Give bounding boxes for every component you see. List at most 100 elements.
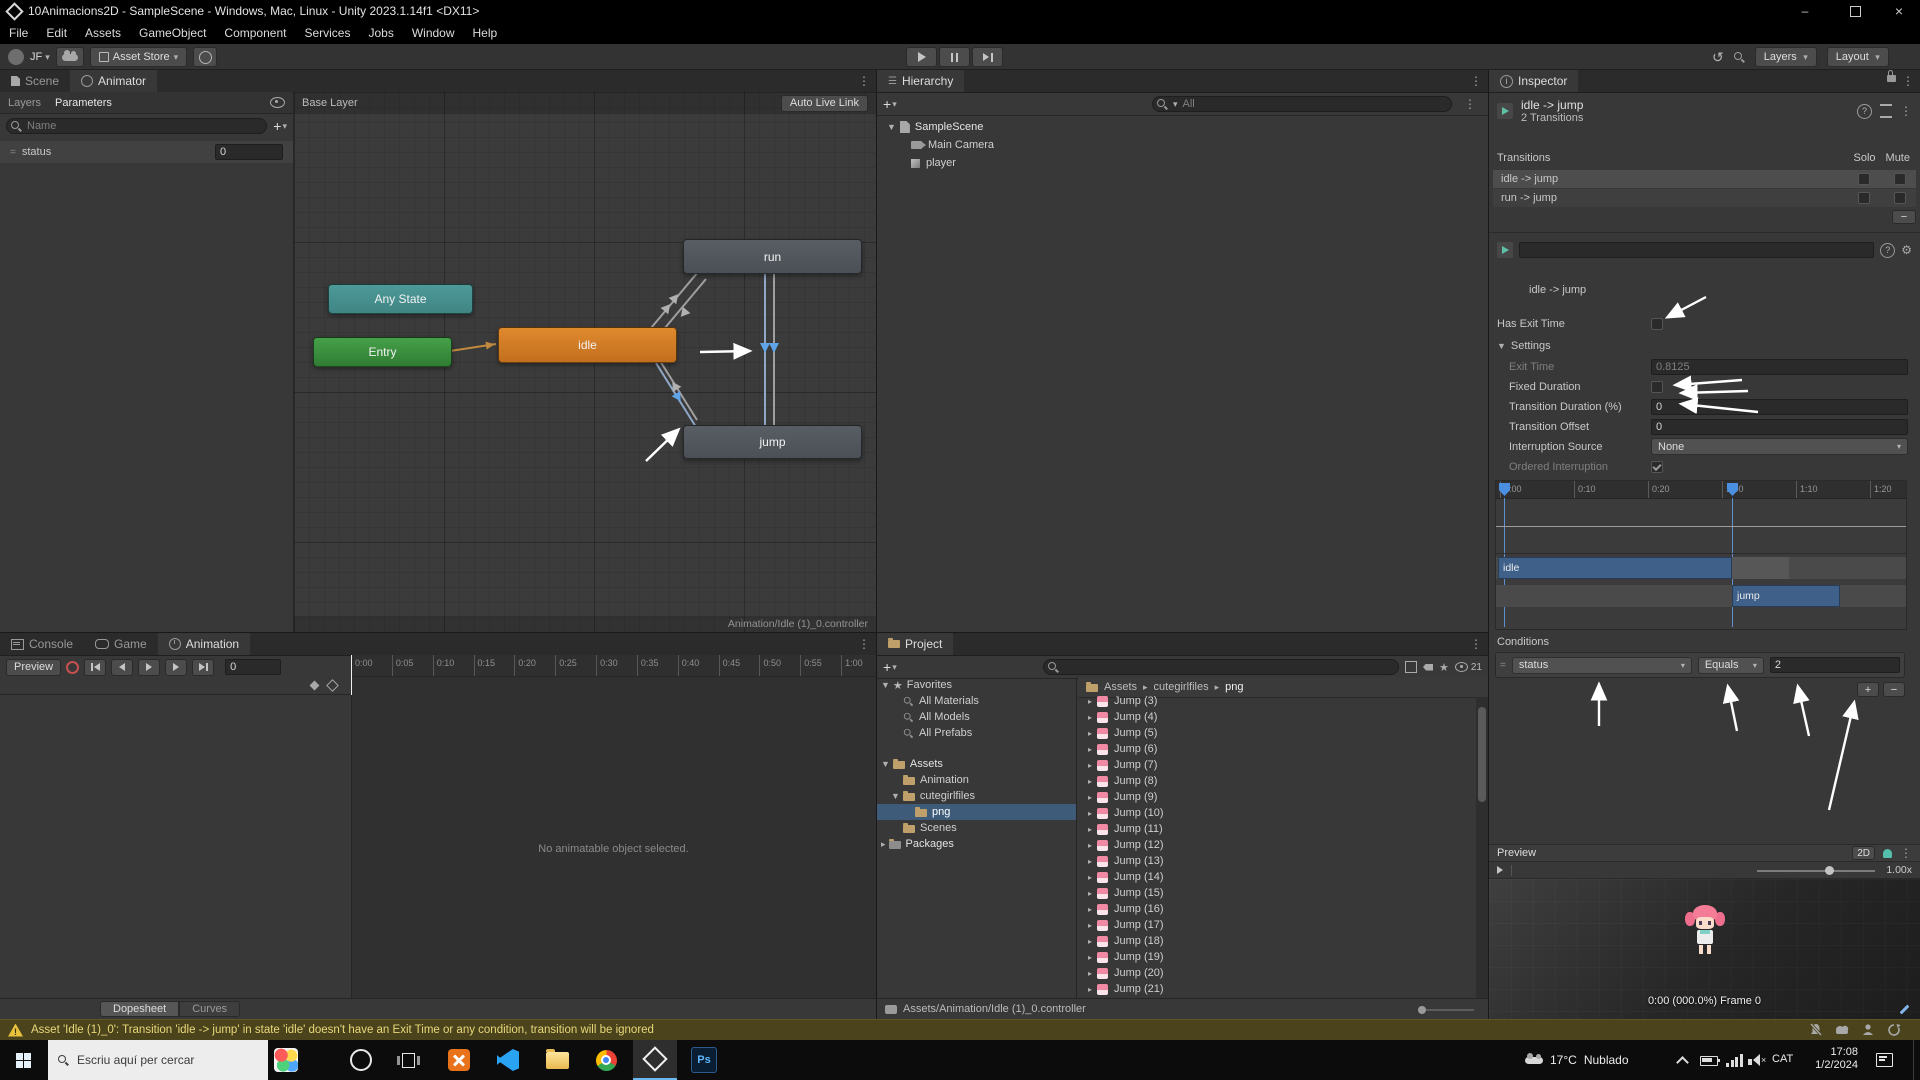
asset-row[interactable]: ▸ Jump (13) bbox=[1078, 853, 1488, 869]
transition-name-field[interactable] bbox=[1519, 242, 1874, 258]
asset-row[interactable]: ▸ Jump (17) bbox=[1078, 917, 1488, 933]
preview-toggle-button[interactable]: Preview bbox=[6, 659, 61, 676]
panel-menu-icon[interactable]: ⋮ bbox=[1896, 70, 1920, 92]
gear-icon[interactable]: ⚙ bbox=[1901, 243, 1912, 257]
auto-live-link-button[interactable]: Auto Live Link bbox=[781, 95, 868, 112]
asset-row[interactable]: ▸ Jump (15) bbox=[1078, 885, 1488, 901]
favorites-item[interactable]: All Models bbox=[877, 709, 1076, 725]
tab-animation[interactable]: Animation bbox=[158, 633, 250, 655]
taskbar-app-orange[interactable] bbox=[437, 1040, 481, 1080]
expand-caret-icon[interactable]: ▸ bbox=[1088, 729, 1092, 738]
panel-menu-icon[interactable]: ⋮ bbox=[852, 70, 876, 92]
transition-duration-field[interactable]: 0 bbox=[1651, 399, 1908, 415]
parameter-value-field[interactable]: 0 bbox=[215, 144, 283, 160]
taskbar-app-cortana[interactable] bbox=[339, 1040, 383, 1080]
create-object-button[interactable]: +▾ bbox=[883, 96, 897, 112]
asset-row[interactable]: ▸ Jump (3) bbox=[1078, 693, 1488, 709]
solo-checkbox[interactable] bbox=[1858, 173, 1870, 185]
help-icon[interactable]: ? bbox=[1857, 104, 1872, 119]
asset-row[interactable]: ▸ Jump (11) bbox=[1078, 821, 1488, 837]
search-icon[interactable] bbox=[1734, 52, 1745, 63]
network-icon[interactable] bbox=[1726, 1054, 1743, 1067]
taskbar-app-vscode[interactable] bbox=[486, 1040, 530, 1080]
tree-folder[interactable]: Scenes bbox=[877, 820, 1076, 836]
project-search-input[interactable] bbox=[1043, 659, 1399, 675]
preview-speed-slider[interactable] bbox=[1757, 870, 1875, 872]
maximize-button[interactable] bbox=[1832, 0, 1878, 22]
menu-item[interactable]: File bbox=[0, 26, 37, 40]
expand-caret-icon[interactable]: ▸ bbox=[1088, 745, 1092, 754]
action-center-icon[interactable] bbox=[1876, 1053, 1893, 1067]
cloud-button[interactable] bbox=[56, 47, 84, 67]
tab-layers[interactable]: Layers bbox=[8, 97, 41, 109]
frame-field[interactable]: 0 bbox=[225, 659, 281, 675]
preview-header[interactable]: Preview 2D ⋮ bbox=[1489, 844, 1920, 862]
expand-caret-icon[interactable]: ▸ bbox=[1088, 857, 1092, 866]
hierarchy-search-input[interactable]: ▾ All bbox=[1152, 96, 1452, 112]
menu-item[interactable]: Help bbox=[464, 26, 507, 40]
next-frame-button[interactable] bbox=[165, 659, 187, 676]
state-node-idle[interactable]: idle bbox=[498, 327, 677, 363]
layout-dropdown[interactable]: Layout▾ bbox=[1827, 47, 1889, 67]
tray-chevron-icon[interactable] bbox=[1676, 1056, 1689, 1069]
tab-console[interactable]: Console bbox=[0, 633, 84, 655]
asset-row[interactable]: ▸ Jump (6) bbox=[1078, 741, 1488, 757]
status-tray-icons[interactable] bbox=[1808, 1022, 1908, 1038]
help-icon[interactable]: ? bbox=[1880, 243, 1895, 258]
taskbar-app-chrome[interactable] bbox=[584, 1040, 628, 1080]
exit-time-field[interactable]: 0.8125 bbox=[1651, 359, 1908, 375]
hierarchy-row-main-camera[interactable]: Main Camera bbox=[877, 136, 1488, 154]
asset-row[interactable]: ▸ Jump (8) bbox=[1078, 773, 1488, 789]
dopesheet-button[interactable]: Dopesheet bbox=[100, 1001, 179, 1017]
add-parameter-button[interactable]: +▾ bbox=[273, 118, 287, 134]
first-frame-button[interactable] bbox=[84, 659, 106, 676]
pause-button[interactable] bbox=[939, 47, 970, 67]
condition-value-field[interactable]: 2 bbox=[1770, 657, 1900, 673]
menu-item[interactable]: Jobs bbox=[359, 26, 402, 40]
transition-offset-field[interactable]: 0 bbox=[1651, 419, 1908, 435]
tree-folder-selected[interactable]: png bbox=[877, 804, 1076, 820]
preview-play-icon[interactable] bbox=[1497, 866, 1503, 874]
hierarchy-row-player[interactable]: player bbox=[877, 154, 1488, 172]
volume-muted-icon[interactable]: × bbox=[1748, 1054, 1766, 1066]
play-animation-button[interactable] bbox=[138, 659, 160, 676]
fixed-duration-checkbox[interactable] bbox=[1651, 381, 1663, 393]
menu-item[interactable]: Window bbox=[403, 26, 464, 40]
taskbar-app-photoshop[interactable]: Ps bbox=[682, 1040, 726, 1080]
undo-history-icon[interactable]: ↺ bbox=[1712, 49, 1724, 66]
asset-row[interactable]: ▸ Jump (20) bbox=[1078, 965, 1488, 981]
lock-icon[interactable] bbox=[1887, 75, 1896, 82]
prev-frame-button[interactable] bbox=[111, 659, 133, 676]
asset-row[interactable]: ▸ Jump (18) bbox=[1078, 933, 1488, 949]
expand-caret-icon[interactable]: ▸ bbox=[1088, 697, 1092, 706]
expand-caret-icon[interactable]: ▸ bbox=[1088, 905, 1092, 914]
kebab-icon[interactable]: ⋮ bbox=[1900, 846, 1912, 860]
condition-operator-dropdown[interactable]: Equals▾ bbox=[1698, 657, 1764, 674]
clock-widget[interactable]: 17:08 1/2/2024 bbox=[1802, 1046, 1858, 1072]
mute-checkbox[interactable] bbox=[1894, 192, 1906, 204]
timeline-track-jump[interactable]: jump bbox=[1496, 585, 1906, 607]
expand-caret-icon[interactable]: ▸ bbox=[1088, 985, 1092, 994]
slider-thumb[interactable] bbox=[1825, 866, 1834, 875]
asset-row[interactable]: ▸ Jump (7) bbox=[1078, 757, 1488, 773]
condition-parameter-dropdown[interactable]: status▾ bbox=[1512, 657, 1692, 674]
expand-caret-icon[interactable]: ▸ bbox=[1088, 873, 1092, 882]
remove-transition-button[interactable]: − bbox=[1892, 210, 1916, 224]
parameter-search-input[interactable]: Name bbox=[6, 118, 267, 134]
taskbar-app-unity-active[interactable] bbox=[633, 1040, 677, 1080]
asset-store-button[interactable]: Asset Store ▾ bbox=[90, 47, 187, 67]
tab-game[interactable]: Game bbox=[84, 633, 158, 655]
account-avatar[interactable] bbox=[8, 49, 24, 65]
mute-checkbox[interactable] bbox=[1894, 173, 1906, 185]
favorites-item[interactable]: All Prefabs bbox=[877, 725, 1076, 741]
expand-caret-icon[interactable]: ▸ bbox=[1088, 793, 1092, 802]
menu-item[interactable]: Edit bbox=[37, 26, 76, 40]
status-bar[interactable]: ! Asset 'Idle (1)_0': Transition 'idle -… bbox=[0, 1019, 1920, 1040]
create-asset-button[interactable]: +▾ bbox=[883, 659, 897, 675]
taskbar-app-paint[interactable] bbox=[264, 1040, 308, 1080]
start-button[interactable] bbox=[0, 1040, 46, 1080]
transition-row[interactable]: run -> jump bbox=[1493, 189, 1916, 207]
has-exit-time-checkbox[interactable] bbox=[1651, 318, 1663, 330]
thumbnail-zoom-slider[interactable] bbox=[1418, 1009, 1474, 1011]
preview-viewport[interactable]: 0:00 (000.0%) Frame 0 bbox=[1489, 879, 1920, 1019]
